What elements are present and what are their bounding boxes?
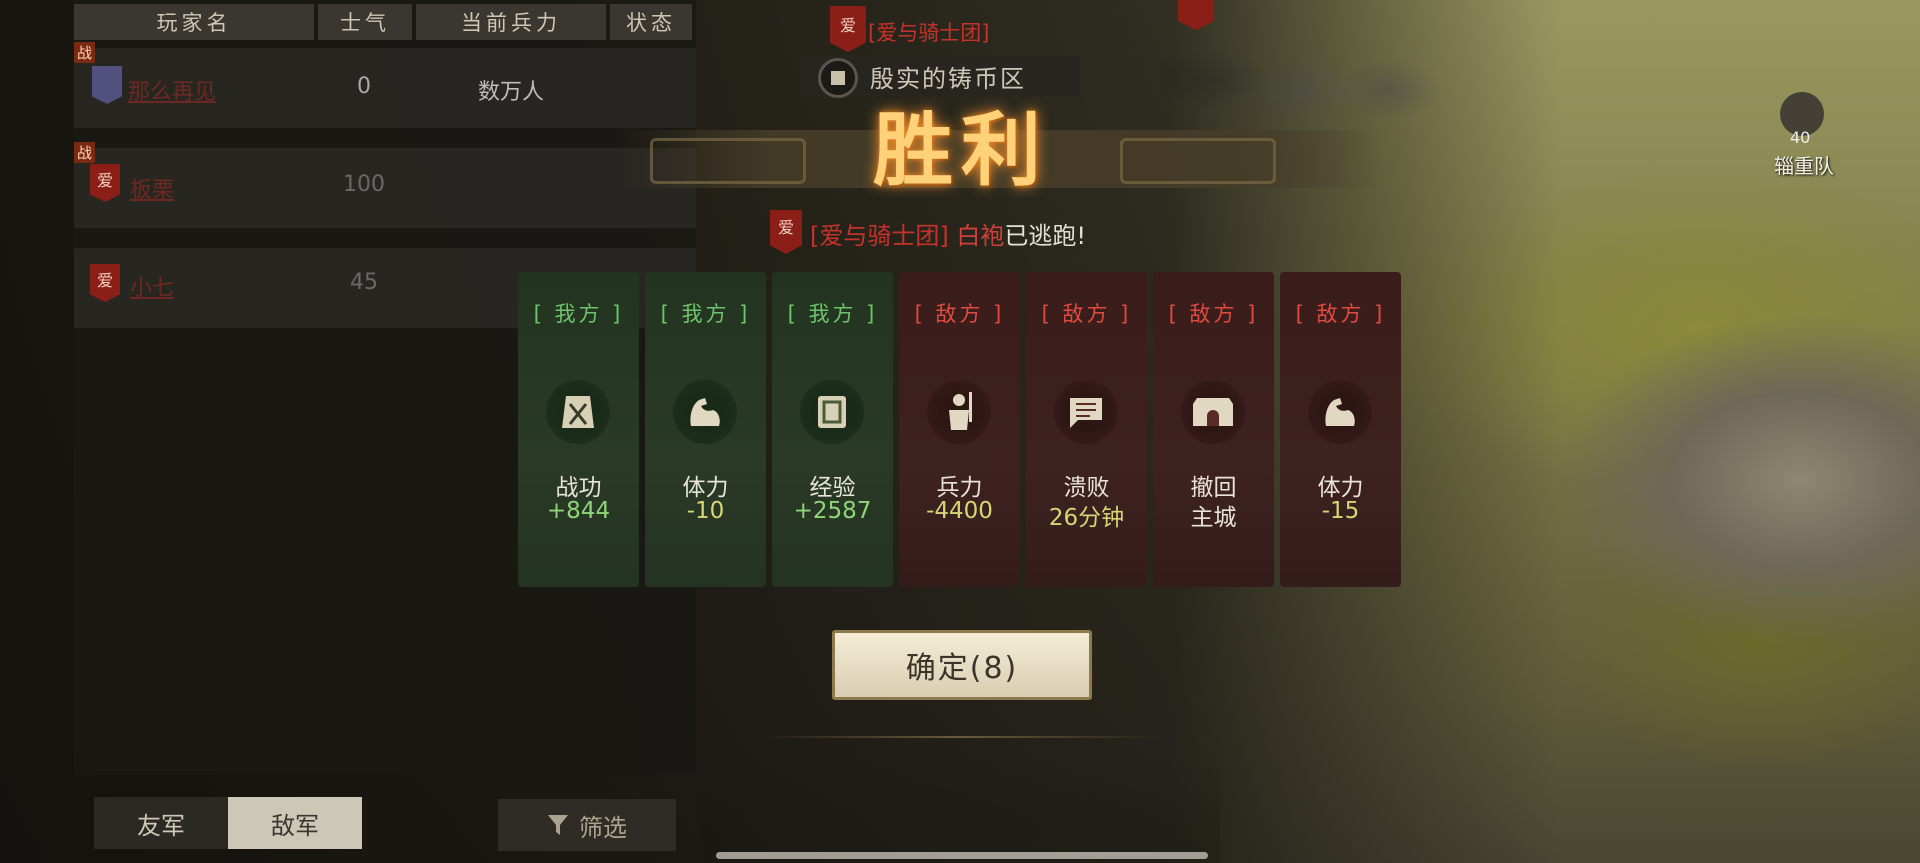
alliance-flag-icon [92,66,122,104]
player-name-link[interactable]: 那么再见 [128,74,216,106]
alliance-flag-icon: 爱 [830,6,866,52]
escape-text: 已逃跑! [1004,222,1086,250]
merit-icon [546,380,610,444]
result-card-rout: [ 敌方 ] 溃败 26分钟 [1026,272,1147,587]
result-card-exp: [ 我方 ] 经验 +2587 [772,272,893,587]
player-name-link[interactable]: 小七 [130,270,174,302]
side-label: [ 敌方 ] [914,302,1005,326]
confirm-button[interactable]: 确定(8) [832,630,1092,700]
result-card-stamina: [ 敌方 ] 体力 -15 [1280,272,1401,587]
player-row[interactable]: 战 爱 板栗 100 [74,142,696,228]
player-name-link[interactable]: 板栗 [130,172,174,204]
side-label: [ 我方 ] [533,302,624,326]
guild-name: [爱与骑士团] [868,21,990,45]
home-indicator[interactable] [716,852,1208,859]
result-label: 体力 [1317,475,1364,501]
side-label: [ 敌方 ] [1168,302,1259,326]
player-row[interactable]: 战 那么再见 0 数万人 [74,42,696,128]
header-status: 状态 [610,4,692,40]
player-morale: 100 [343,172,385,197]
header-morale: 士气 [318,4,412,40]
side-label: [ 我方 ] [660,302,751,326]
result-label: 撤回 [1190,475,1237,501]
result-label: 战功 [555,475,602,501]
battle-badge: 战 [74,142,96,163]
side-label: [ 敌方 ] [1295,302,1386,326]
player-table-header: 玩家名 士气 当前兵力 状态 [74,4,696,40]
tab-friendly[interactable]: 友军 [94,797,228,849]
result-label: 经验 [809,475,856,501]
side-label: [ 我方 ] [787,302,878,326]
result-value: 26分钟 [1048,505,1125,531]
result-label: 溃败 [1063,475,1110,501]
player-morale: 45 [350,270,378,295]
victory-title: 胜利 [873,103,1049,197]
filter-label: 筛选 [579,813,627,842]
escape-player: 白袍 [956,222,1005,250]
result-card-return: [ 敌方 ] 撤回 主城 [1153,272,1274,587]
filter-icon [548,815,568,835]
cloud-ornament-right [1120,138,1276,184]
alliance-flag-icon: 爱 [770,210,802,254]
battle-result-cards: [ 我方 ] 战功 +844 [ 我方 ] 体力 -10 [ 我方 ] 经验 +… [518,272,1401,587]
result-card-stamina: [ 我方 ] 体力 -10 [645,272,766,587]
result-value: -4400 [926,498,993,524]
player-troops: 数万人 [478,80,545,105]
header-player-name: 玩家名 [74,4,314,40]
alliance-flag-icon: 爱 [90,264,120,302]
exp-icon [800,380,864,444]
supply-unit-label[interactable]: 辎重队 [1774,150,1834,179]
result-card-troops: [ 敌方 ] 兵力 -4400 [899,272,1020,587]
bottom-divider [760,736,1160,738]
escape-message: [爱与骑士团] 白袍已逃跑! [810,216,1086,251]
stamina-icon [673,380,737,444]
result-value: -15 [1321,498,1360,524]
result-value: -10 [686,498,725,524]
city-gate-icon [1181,380,1245,444]
stamina-icon [1308,380,1372,444]
escape-guild: [爱与骑士团] [810,222,949,250]
side-label: [ 敌方 ] [1041,302,1132,326]
result-card-merit: [ 我方 ] 战功 +844 [518,272,639,587]
army-tab-bar: 友军 敌军 [94,797,362,849]
result-value: +844 [546,498,611,524]
filter-button[interactable]: 筛选 [498,799,676,851]
cloud-ornament-left [650,138,806,184]
supply-unit-level: 40 [1790,128,1811,147]
player-morale: 0 [357,74,371,99]
rout-flag-icon [1054,380,1118,444]
tab-enemy[interactable]: 敌军 [228,797,362,849]
result-value: +2587 [793,498,872,524]
result-label: 兵力 [936,475,983,501]
battle-badge: 战 [74,42,96,63]
alliance-flag-icon: 爱 [90,164,120,202]
header-troops: 当前兵力 [416,4,606,40]
soldier-icon [927,380,991,444]
result-value: 主城 [1190,505,1237,531]
result-label: 体力 [682,475,729,501]
